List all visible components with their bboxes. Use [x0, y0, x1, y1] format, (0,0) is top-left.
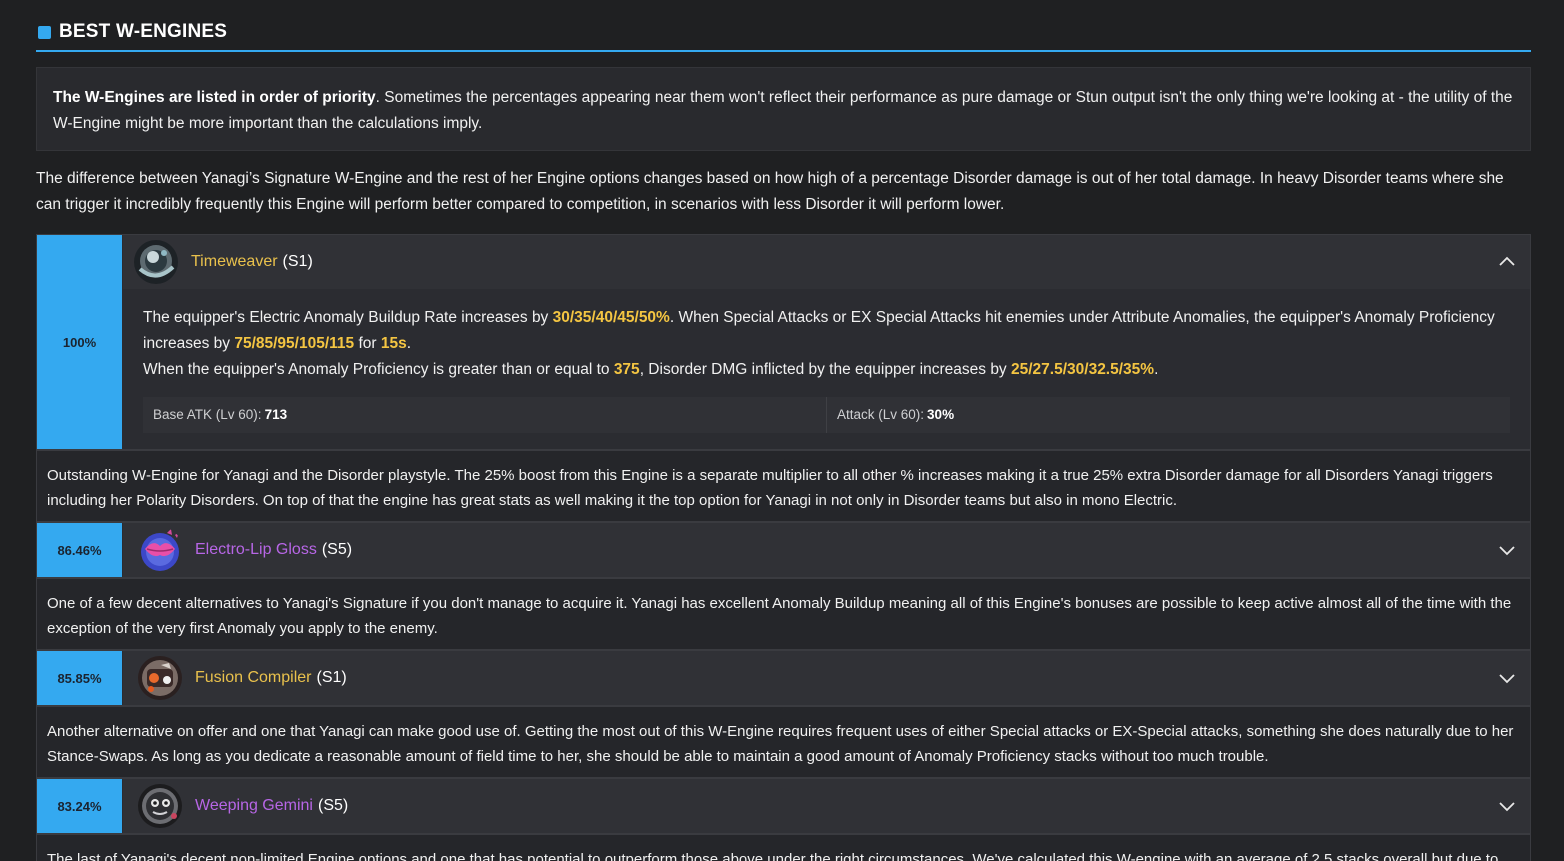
timeweaver-icon: [133, 239, 179, 285]
engine-header[interactable]: Electro-Lip Gloss (S5): [123, 523, 1530, 577]
engine-card-weeping-gemini: 83.24% Weeping Gemini (S5): [36, 778, 1531, 834]
engine-description: One of a few decent alternatives to Yana…: [36, 578, 1531, 650]
priority-note-bold: The W-Engines are listed in order of pri…: [53, 89, 376, 106]
engine-rank: (S5): [321, 541, 353, 558]
engine-effect: The equipper's Electric Anomaly Buildup …: [143, 305, 1510, 383]
engine-card-fusion-compiler: 85.85% Fusion Compiler (S1): [36, 650, 1531, 706]
chevron-down-icon[interactable]: [1498, 797, 1516, 815]
effect-text: When the equipper's Anomaly Proficiency …: [143, 361, 614, 378]
section-marker-icon: [38, 26, 51, 39]
engine-name[interactable]: Fusion Compiler: [195, 669, 311, 687]
stat-value: 30%: [927, 407, 955, 422]
priority-note: The W-Engines are listed in order of pri…: [36, 67, 1531, 151]
engine-stats: Base ATK (Lv 60): 713 Attack (Lv 60): 30%: [143, 397, 1510, 433]
effect-value: 30/35/40/45/50%: [552, 309, 670, 326]
weeping-gemini-icon: [137, 783, 183, 829]
engine-description: The last of Yanagi's decent non-limited …: [36, 834, 1531, 861]
engine-description: Another alternative on offer and one tha…: [36, 706, 1531, 778]
stat-value: 713: [264, 407, 288, 422]
effect-value: 375: [613, 361, 640, 378]
stat-attack: Attack (Lv 60): 30%: [826, 397, 1510, 433]
effect-text: The equipper's Electric Anomaly Buildup …: [143, 309, 553, 326]
engine-header[interactable]: Timeweaver (S1): [123, 235, 1530, 289]
fusion-compiler-icon: [137, 655, 183, 701]
engine-rank: (S1): [316, 669, 347, 686]
chevron-down-icon[interactable]: [1498, 669, 1516, 687]
chevron-up-icon[interactable]: [1498, 253, 1516, 271]
electro-lip-gloss-icon: [137, 527, 183, 573]
chevron-down-icon[interactable]: [1498, 541, 1516, 559]
engine-percent: 86.46%: [37, 523, 122, 577]
engine-name[interactable]: Electro-Lip Gloss: [195, 541, 317, 559]
engine-header[interactable]: Weeping Gemini (S5): [123, 779, 1530, 833]
section-header: BEST W-ENGINES: [36, 0, 1531, 52]
stat-label: Attack (Lv 60):: [837, 407, 925, 422]
engine-details: The equipper's Electric Anomaly Buildup …: [123, 289, 1530, 449]
engine-name[interactable]: Timeweaver: [191, 253, 278, 271]
engine-percent: 85.85%: [37, 651, 122, 705]
section-title: BEST W-ENGINES: [59, 21, 228, 42]
engine-card-timeweaver: 100% Timeweaver (S1) The equipper's Elec…: [36, 234, 1531, 450]
effect-value: 15s: [380, 335, 407, 352]
engine-description: Outstanding W-Engine for Yanagi and the …: [36, 450, 1531, 522]
engine-header[interactable]: Fusion Compiler (S1): [123, 651, 1530, 705]
effect-text: .: [1154, 361, 1159, 378]
engine-card-electro-lip-gloss: 86.46% Electro-Lip Gloss (S5): [36, 522, 1531, 578]
engine-percent: 83.24%: [37, 779, 122, 833]
page: BEST W-ENGINES The W-Engines are listed …: [36, 0, 1531, 861]
effect-text: for: [354, 335, 381, 352]
intro-paragraph: The difference between Yanagi’s Signatur…: [36, 170, 1504, 213]
engine-rank: (S1): [282, 253, 313, 270]
engine-rank: (S5): [317, 797, 349, 814]
engine-percent: 100%: [37, 235, 122, 449]
effect-value: 75/85/95/105/115: [234, 335, 355, 352]
effect-text: .: [406, 335, 412, 352]
effect-text: , Disorder DMG inflicted by the equipper…: [639, 361, 1011, 378]
stat-base-atk: Base ATK (Lv 60): 713: [143, 397, 826, 433]
stat-label: Base ATK (Lv 60):: [153, 407, 262, 422]
effect-value: 25/27.5/30/32.5/35%: [1011, 361, 1155, 378]
engine-name[interactable]: Weeping Gemini: [195, 797, 313, 815]
